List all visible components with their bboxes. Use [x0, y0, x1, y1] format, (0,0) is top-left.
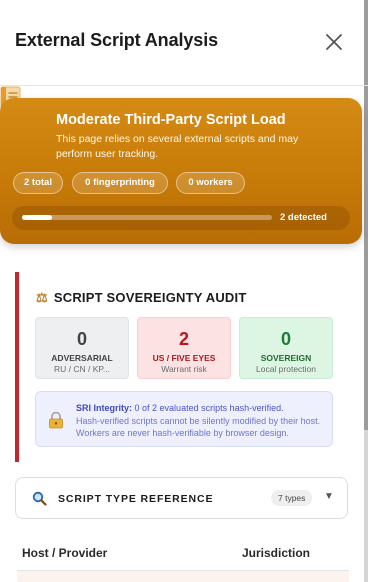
sri-integrity-box: SRI Integrity: 0 of 2 evaluated scripts …	[35, 391, 333, 447]
fingerprinting-pill: 0 fingerprinting	[72, 172, 168, 194]
sovereign-sub: Local protection	[255, 364, 316, 374]
search-icon	[32, 491, 47, 506]
sovereign-card: 0 SOVEREIGN Local protection	[239, 317, 333, 379]
sovereign-count: 0	[280, 329, 291, 349]
adversarial-sub: RU / CN / KP...	[53, 364, 111, 374]
progress-label: 2 detected	[280, 212, 327, 223]
panel-header: External Script Analysis	[0, 0, 368, 86]
types-count-badge: 7 types	[271, 490, 313, 506]
five-eyes-sub: Warrant risk	[161, 364, 207, 374]
reference-title: SCRIPT TYPE REFERENCE	[58, 493, 214, 505]
sri-detail: Hash-verified scripts cannot be silently…	[76, 415, 321, 439]
progress-track	[22, 215, 272, 220]
workers-pill: 0 workers	[176, 172, 245, 194]
audit-title: SCRIPT SOVEREIGNTY AUDIT	[53, 290, 247, 305]
banner-title: Moderate Third-Party Script Load	[56, 112, 286, 128]
sovereign-label: SOVEREIGN	[260, 353, 312, 363]
total-scripts-pill: 2 total	[13, 172, 63, 194]
sri-summary: 0 of 2 evaluated scripts hash-verified.	[134, 403, 284, 413]
scales-icon: ⚖	[36, 290, 48, 305]
scrollbar[interactable]	[364, 0, 368, 582]
audit-heading: ⚖ SCRIPT SOVEREIGNTY AUDIT	[36, 290, 246, 306]
panel-title: External Script Analysis	[15, 30, 219, 50]
table-header: Host / Provider Jurisdiction	[17, 534, 349, 571]
five-eyes-count: 2	[178, 329, 189, 349]
column-host-provider: Host / Provider	[22, 546, 108, 560]
table-row	[17, 571, 349, 582]
script-type-reference-toggle[interactable]: SCRIPT TYPE REFERENCE 7 types ▼	[15, 477, 348, 519]
five-eyes-label: US / FIVE EYES	[152, 353, 216, 363]
adversarial-card: 0 ADVERSARIAL RU / CN / KP...	[35, 317, 129, 379]
adversarial-label: ADVERSARIAL	[51, 353, 113, 363]
chevron-down-icon: ▼	[324, 491, 334, 502]
lock-icon	[49, 411, 63, 429]
banner-description: This page relies on several external scr…	[56, 133, 299, 160]
sri-label: SRI Integrity:	[76, 403, 133, 413]
adversarial-count: 0	[76, 329, 87, 349]
sri-text: SRI Integrity: 0 of 2 evaluated scripts …	[76, 402, 328, 440]
five-eyes-card: 2 US / FIVE EYES Warrant risk	[137, 317, 231, 379]
detection-progress: 2 detected	[12, 206, 350, 230]
progress-fill	[22, 215, 52, 220]
close-icon[interactable]	[322, 30, 346, 54]
column-jurisdiction: Jurisdiction	[242, 546, 311, 560]
audit-accent-bar	[15, 272, 19, 462]
